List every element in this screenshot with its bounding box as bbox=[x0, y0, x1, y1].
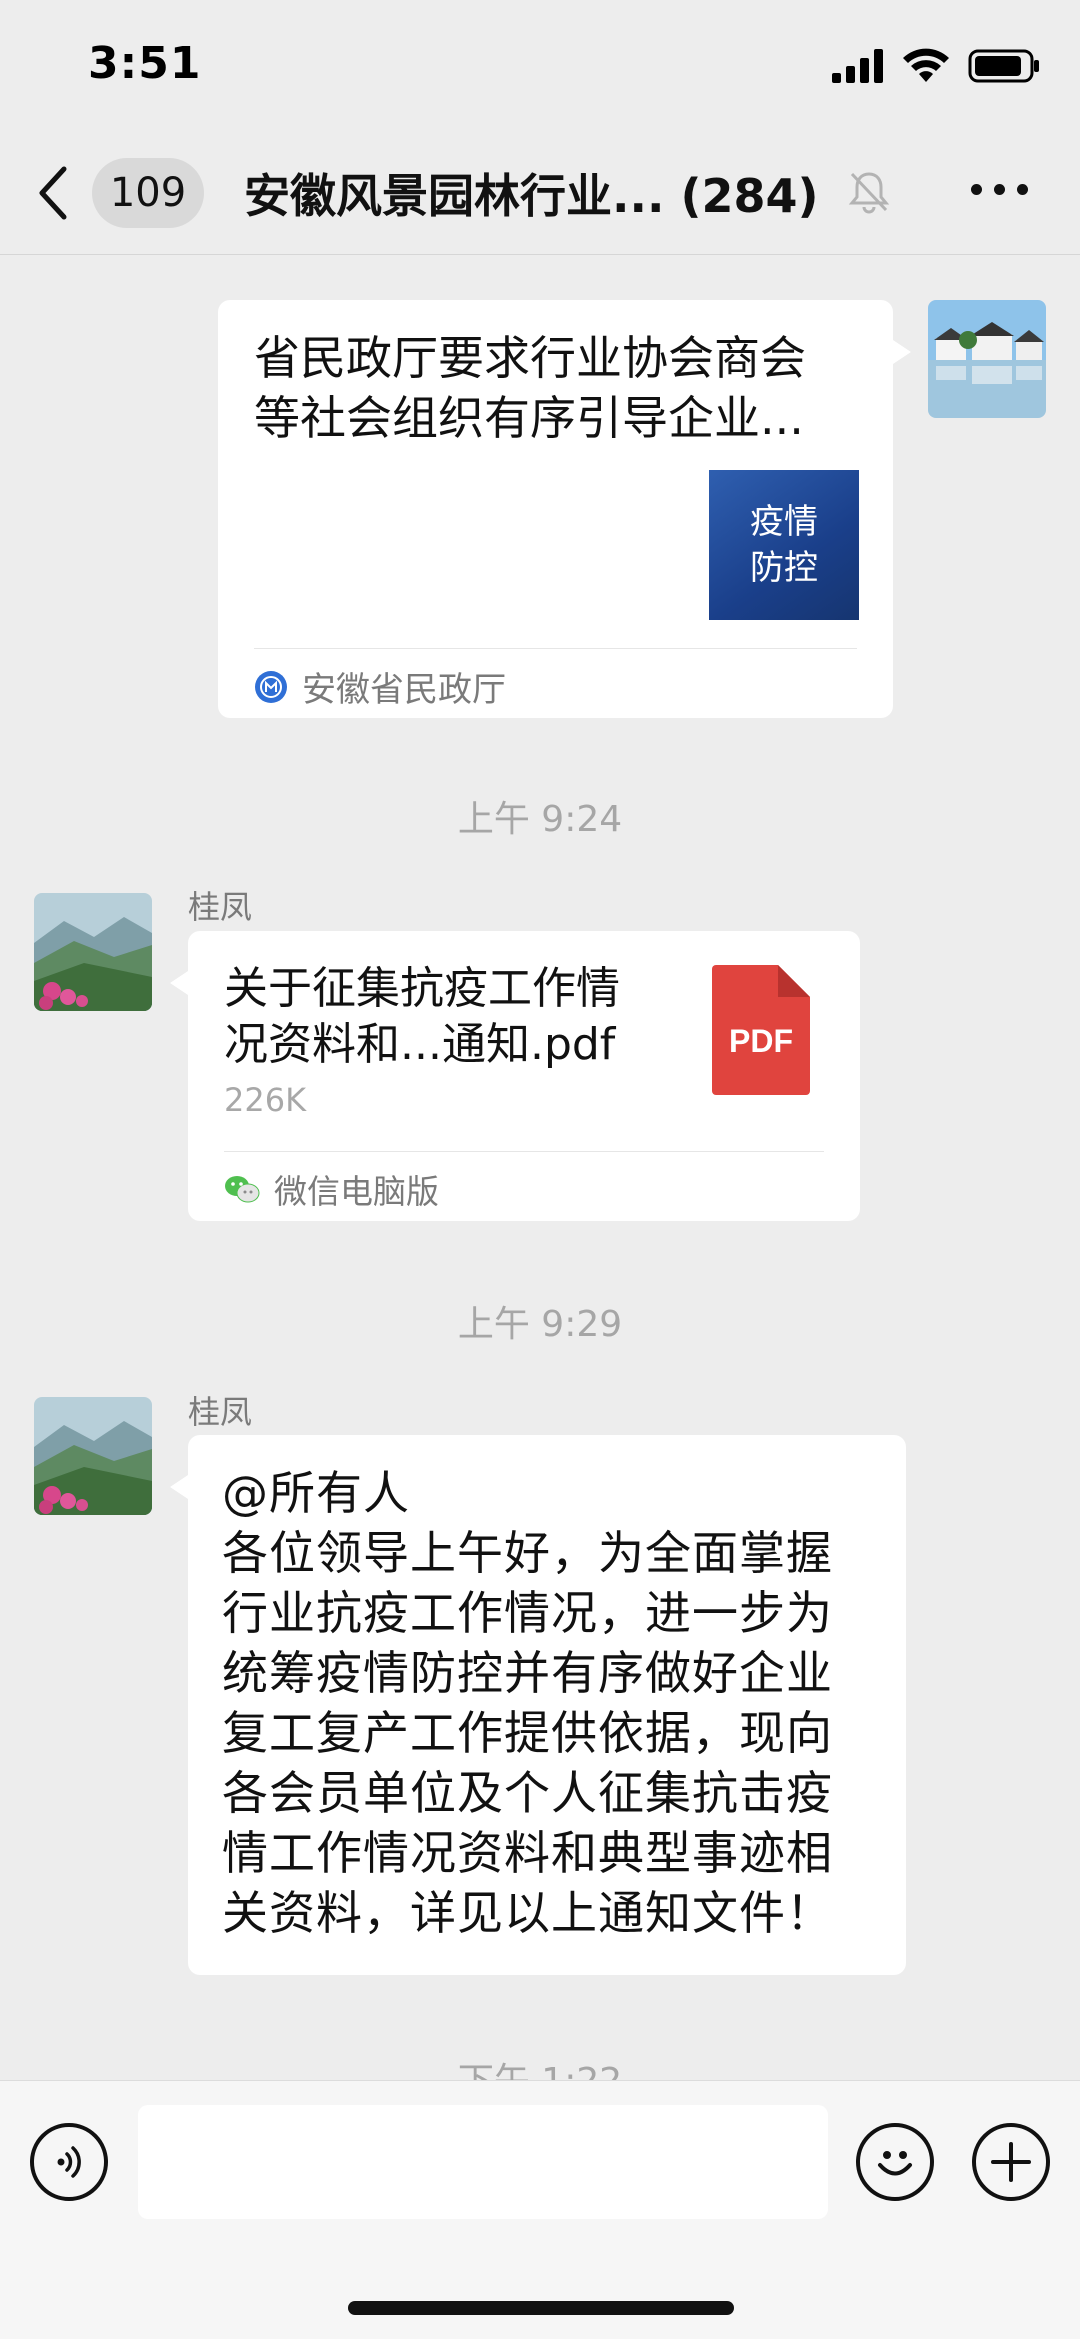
plus-icon bbox=[991, 2142, 1031, 2182]
more-button[interactable] bbox=[971, 184, 1028, 195]
message-line: @所有人 bbox=[222, 1466, 410, 1520]
file-name-line: 关于征集抗疫工作情 bbox=[224, 963, 620, 1014]
voice-icon bbox=[57, 2146, 81, 2178]
message-timestamp: 上午 9:29 bbox=[457, 1304, 623, 1345]
plus-button[interactable] bbox=[972, 2123, 1050, 2201]
message-line: 行业抗疫工作情况，进一步为 bbox=[222, 1586, 833, 1640]
file-name: 关于征集抗疫工作情 况资料和...通知.pdf bbox=[224, 961, 664, 1073]
file-card[interactable]: 关于征集抗疫工作情 况资料和...通知.pdf 226K PDF 微信电脑版 bbox=[170, 931, 860, 1221]
chevron-left-icon bbox=[39, 166, 67, 220]
file-name-line: 况资料和...通知.pdf bbox=[224, 1019, 616, 1070]
village-avatar-image bbox=[928, 300, 1046, 418]
wechat-icon bbox=[225, 1176, 260, 1203]
status-time: 3:51 bbox=[88, 38, 202, 89]
pdf-file-icon: PDF bbox=[712, 965, 810, 1095]
battery-icon bbox=[968, 49, 1039, 83]
more-dot bbox=[971, 184, 982, 195]
file-source-label: 微信电脑版 bbox=[274, 1172, 439, 1211]
message-line: 各位领导上午好，为全面掌握 bbox=[222, 1526, 833, 1580]
home-indicator[interactable] bbox=[348, 2301, 734, 2315]
my-avatar[interactable] bbox=[928, 300, 1046, 418]
thumbnail-text: 疫情 bbox=[750, 502, 818, 542]
bell-mute-icon bbox=[848, 172, 890, 214]
mountain-avatar-image bbox=[34, 893, 152, 1011]
chat-title[interactable]: 安徽风景园林行业... (284) bbox=[244, 160, 819, 226]
message-line: 各会员单位及个人征集抗击疫 bbox=[222, 1766, 833, 1820]
message-line: 复工复产工作提供依据，现向 bbox=[222, 1706, 833, 1760]
message-line: 情工作情况资料和典型事迹相 bbox=[222, 1826, 833, 1880]
status-icons bbox=[832, 48, 1040, 84]
sender-avatar[interactable] bbox=[34, 1397, 152, 1515]
article-title-line: 等社会组织有序引导企业... bbox=[254, 391, 804, 445]
sender-name: 桂凤 bbox=[188, 888, 253, 926]
emoji-button[interactable] bbox=[856, 2123, 934, 2201]
voice-button[interactable] bbox=[30, 2123, 108, 2201]
status-bar: 3:51 bbox=[0, 0, 1080, 130]
pdf-label: PDF bbox=[729, 1023, 793, 1059]
civil-affairs-logo-icon bbox=[255, 670, 287, 703]
divider bbox=[224, 1151, 824, 1152]
article-card[interactable]: 省民政厅要求行业协会商会 等社会组织有序引导企业... 疫情 防控 安徽省民政厅 bbox=[218, 300, 911, 718]
article-source-label: 安徽省民政厅 bbox=[302, 670, 506, 710]
file-size: 226K bbox=[224, 1081, 307, 1119]
article-title: 省民政厅要求行业协会商会 等社会组织有序引导企业... bbox=[254, 328, 854, 448]
article-source: 安徽省民政厅 bbox=[254, 662, 506, 711]
sender-avatar[interactable] bbox=[34, 893, 152, 1011]
thumbnail-text: 防控 bbox=[750, 548, 818, 588]
text-message-bubble[interactable]: @所有人 各位领导上午好，为全面掌握 行业抗疫工作情况，进一步为 统筹疫情防控并… bbox=[170, 1435, 906, 1975]
file-source: 微信电脑版 bbox=[224, 1165, 439, 1213]
sender-name: 桂凤 bbox=[188, 1393, 253, 1431]
signal-icon bbox=[832, 49, 883, 83]
unread-count-badge[interactable]: 109 bbox=[92, 158, 204, 228]
message-line: 关资料，详见以上通知文件！ bbox=[222, 1886, 833, 1940]
wifi-icon bbox=[903, 48, 949, 82]
more-dot bbox=[994, 184, 1005, 195]
message-input[interactable] bbox=[138, 2105, 828, 2219]
emoji-icon bbox=[878, 2151, 912, 2176]
back-button[interactable] bbox=[36, 158, 76, 228]
message-text: @所有人 各位领导上午好，为全面掌握 行业抗疫工作情况，进一步为 统筹疫情防控并… bbox=[222, 1463, 882, 1943]
chat-header: 109 安徽风景园林行业... (284) bbox=[0, 130, 1080, 255]
more-dot bbox=[1017, 184, 1028, 195]
divider bbox=[254, 648, 857, 649]
article-thumbnail: 疫情 防控 bbox=[709, 470, 859, 620]
message-line: 统筹疫情防控并有序做好企业 bbox=[222, 1646, 833, 1700]
message-timestamp: 上午 9:24 bbox=[457, 799, 623, 840]
mountain-avatar-image bbox=[34, 1397, 152, 1515]
article-title-line: 省民政厅要求行业协会商会 bbox=[254, 331, 806, 385]
